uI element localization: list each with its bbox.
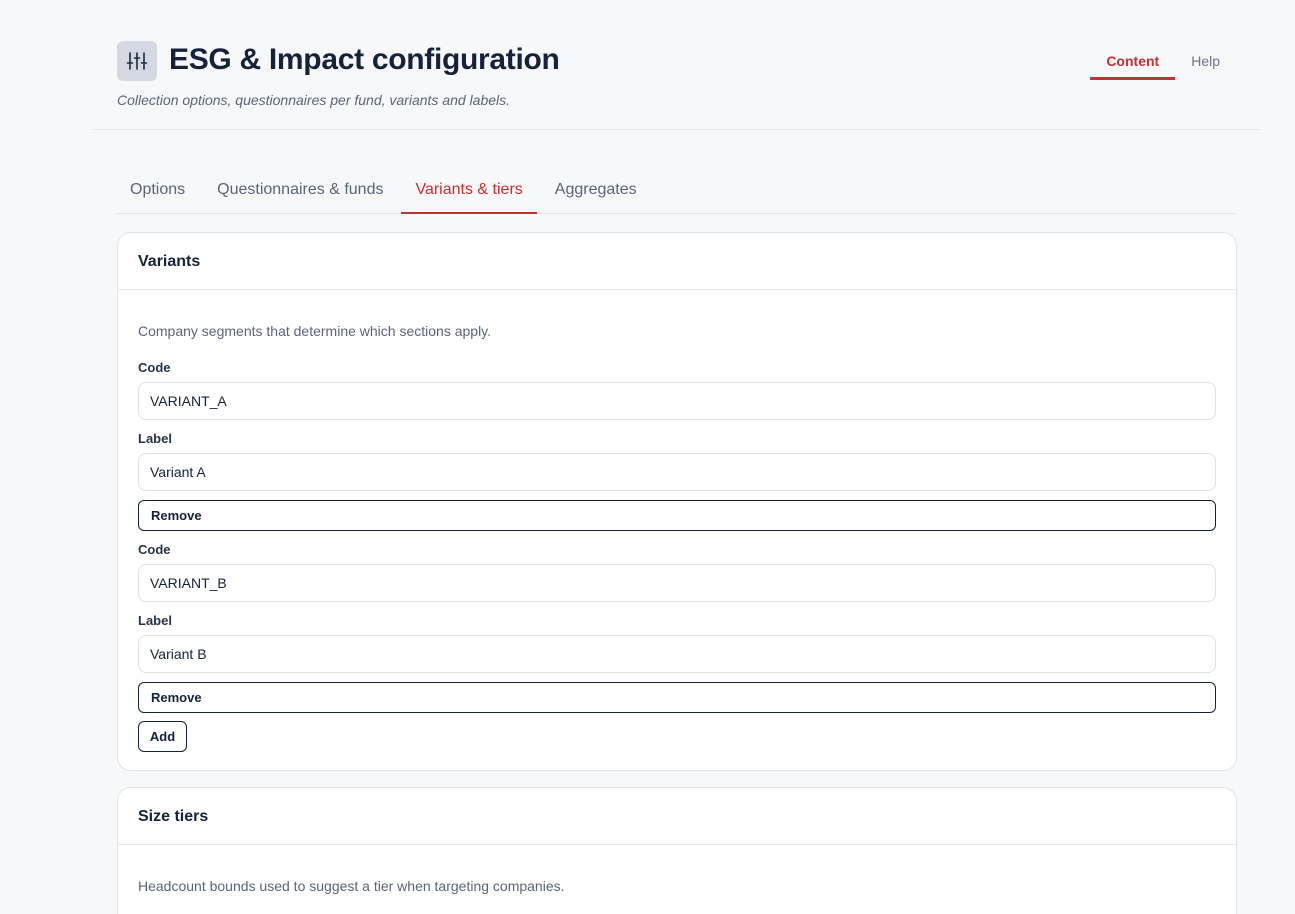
sliders-icon <box>117 41 157 81</box>
size-tiers-card: Size tiers Headcount bounds used to sugg… <box>117 787 1237 914</box>
remove-variant-button[interactable]: Remove <box>138 682 1216 713</box>
variants-description: Company segments that determine which se… <box>138 323 492 339</box>
remove-variant-button[interactable]: Remove <box>138 500 1216 531</box>
tab-variants-tiers[interactable]: Variants & tiers <box>401 170 537 214</box>
variant-code-input[interactable] <box>138 382 1216 420</box>
page-subtitle: Collection options, questionnaires per f… <box>117 92 511 108</box>
page-title: ESG & Impact configuration <box>169 43 560 76</box>
variant-label-label: Label <box>138 613 172 628</box>
variant-code-input[interactable] <box>138 564 1216 602</box>
variant-code-label: Code <box>138 360 171 375</box>
variants-card-title: Variants <box>118 233 1236 290</box>
variant-label-input[interactable] <box>138 635 1216 673</box>
top-nav-content[interactable]: Content <box>1090 44 1176 80</box>
page-header: ESG & Impact configuration Collection op… <box>93 0 1260 130</box>
variant-label-input[interactable] <box>138 453 1216 491</box>
top-nav: Content Help <box>1090 44 1260 80</box>
variants-card: Variants Company segments that determine… <box>117 232 1237 771</box>
top-nav-help[interactable]: Help <box>1175 44 1260 80</box>
variant-label-label: Label <box>138 431 172 446</box>
tab-questionnaires-funds[interactable]: Questionnaires & funds <box>203 170 397 214</box>
tab-options[interactable]: Options <box>116 170 199 214</box>
size-tiers-description: Headcount bounds used to suggest a tier … <box>138 878 565 894</box>
tab-bar: Options Questionnaires & funds Variants … <box>116 170 1237 214</box>
size-tiers-card-title: Size tiers <box>118 788 1236 845</box>
variant-code-label: Code <box>138 542 171 557</box>
add-variant-button[interactable]: Add <box>138 721 187 752</box>
tab-aggregates[interactable]: Aggregates <box>541 170 651 214</box>
